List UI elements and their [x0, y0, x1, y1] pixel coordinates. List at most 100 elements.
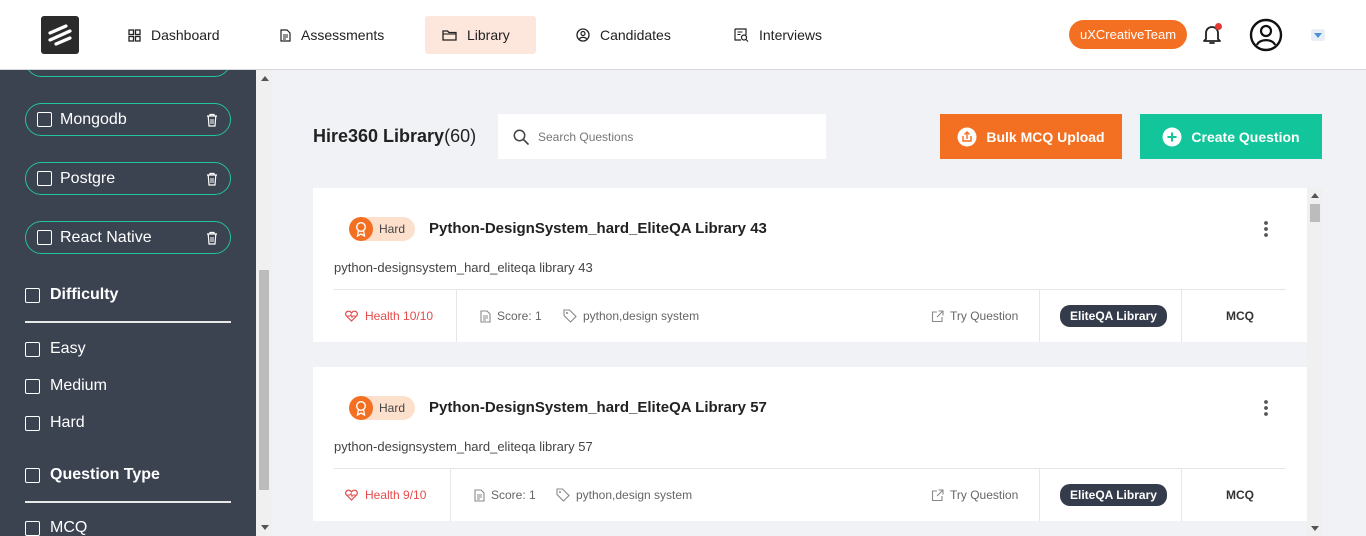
score-text: Score: 1 [497, 309, 542, 323]
question-title[interactable]: Python-DesignSystem_hard_EliteQA Library… [429, 220, 767, 237]
divider [25, 501, 231, 503]
create-button-label: Create Question [1191, 128, 1300, 145]
divider [456, 290, 457, 342]
tag-label: React Native [60, 228, 152, 246]
scroll-up-arrow-icon[interactable] [1311, 193, 1319, 198]
grid-icon [128, 28, 141, 42]
search-box[interactable] [498, 114, 826, 159]
nav-interviews[interactable]: Interviews [717, 16, 839, 54]
try-question-link[interactable]: Try Question [931, 469, 1018, 521]
mcq-checkbox[interactable] [25, 520, 40, 536]
difficulty-checkbox[interactable] [25, 287, 40, 303]
question-title[interactable]: Python-DesignSystem_hard_EliteQA Library… [429, 399, 767, 416]
divider [1181, 290, 1182, 342]
library-chip-wrap: EliteQA Library [1060, 290, 1167, 342]
nav-dashboard-label: Dashboard [151, 27, 220, 43]
tag-filter-postgre[interactable]: Postgre [25, 162, 231, 195]
trash-icon[interactable] [206, 172, 218, 186]
nav-assessments[interactable]: Assessments [263, 16, 401, 54]
chevron-down-icon [1314, 33, 1322, 38]
divider [25, 321, 231, 323]
question-type-option-mcq[interactable]: MCQ [25, 519, 87, 536]
scrollbar-thumb[interactable] [1310, 204, 1320, 222]
question-type-wrap: MCQ [1226, 469, 1254, 521]
medium-checkbox[interactable] [25, 378, 40, 394]
score-text: Score: 1 [491, 488, 536, 502]
score-indicator: Score: 1 [480, 290, 542, 342]
easy-checkbox[interactable] [25, 341, 40, 357]
health-text: Health 10/10 [365, 309, 434, 323]
search-icon [513, 129, 529, 145]
question-card[interactable]: Hard Python-DesignSystem_hard_EliteQA Li… [313, 367, 1307, 521]
question-card[interactable]: Hard Python-DesignSystem_hard_EliteQA Li… [313, 188, 1307, 342]
score-indicator: Score: 1 [474, 469, 536, 521]
nav-interviews-label: Interviews [759, 27, 823, 43]
team-badge[interactable]: uXCreativeTeam [1069, 20, 1188, 49]
medal-icon [349, 216, 373, 241]
create-question-button[interactable]: Create Question [1140, 114, 1322, 159]
difficulty-option-medium[interactable]: Medium [25, 377, 107, 395]
health-text: Health 9/10 [365, 488, 427, 502]
trash-icon[interactable] [206, 113, 218, 127]
question-type-heading-row[interactable]: Question Type [25, 466, 160, 484]
difficulty-option-hard[interactable]: Hard [25, 414, 85, 432]
user-avatar-icon[interactable] [1249, 18, 1283, 52]
upload-icon [957, 127, 977, 146]
tag-label: Mongodb [60, 110, 127, 128]
health-indicator: Health 10/10 [345, 290, 433, 342]
tags-text: python,design system [576, 488, 693, 502]
option-label: Easy [50, 340, 86, 357]
divider [1181, 469, 1182, 521]
tag-checkbox[interactable] [37, 230, 52, 245]
account-dropdown-button[interactable] [1311, 29, 1325, 41]
document-icon [474, 488, 485, 502]
divider [450, 469, 451, 521]
difficulty-heading: Difficulty [50, 286, 119, 303]
library-chip: EliteQA Library [1060, 305, 1167, 327]
nav-candidates-label: Candidates [600, 27, 671, 43]
difficulty-option-easy[interactable]: Easy [25, 340, 86, 358]
scroll-down-arrow-icon[interactable] [261, 525, 269, 530]
option-label: MCQ [50, 519, 88, 536]
document-icon [480, 309, 491, 323]
question-type-label: MCQ [1226, 488, 1254, 502]
plus-circle-icon [1162, 127, 1182, 146]
folder-icon [442, 30, 457, 41]
question-type-checkbox[interactable] [25, 467, 40, 483]
tag-checkbox[interactable] [37, 171, 52, 186]
hard-checkbox[interactable] [25, 415, 40, 431]
app-logo[interactable] [41, 16, 79, 54]
library-chip: EliteQA Library [1060, 484, 1167, 506]
nav-candidates[interactable]: Candidates [559, 16, 688, 54]
heart-icon [345, 489, 358, 501]
nav-library[interactable]: Library [425, 16, 536, 54]
nav-dashboard[interactable]: Dashboard [111, 16, 237, 54]
difficulty-heading-row[interactable]: Difficulty [25, 286, 118, 304]
tag-filter-mongodb[interactable]: Mongodb [25, 103, 231, 136]
trash-icon[interactable] [206, 231, 218, 245]
search-input[interactable] [538, 129, 798, 144]
scroll-up-arrow-icon[interactable] [261, 76, 269, 81]
bulk-mcq-upload-button[interactable]: Bulk MCQ Upload [940, 114, 1122, 159]
question-type-heading: Question Type [50, 466, 160, 483]
option-label: Hard [50, 414, 85, 431]
tag-label: Postgre [60, 169, 116, 187]
main-scrollbar[interactable] [1307, 188, 1323, 536]
tag-filter-partial[interactable] [25, 70, 231, 77]
more-options-icon[interactable] [1263, 220, 1269, 238]
question-description: python-designsystem_hard_eliteqa library… [334, 439, 593, 454]
nav-library-label: Library [467, 27, 510, 43]
tag-checkbox[interactable] [37, 112, 52, 127]
bulk-button-label: Bulk MCQ Upload [986, 128, 1105, 145]
scrollbar-thumb[interactable] [259, 270, 269, 490]
sidebar-scrollbar[interactable] [256, 70, 272, 536]
heart-icon [345, 310, 358, 322]
filter-sidebar: Mongodb Postgre React Native Difficulty … [0, 70, 256, 536]
tag-filter-react-native[interactable]: React Native [25, 221, 231, 254]
library-title: Hire360 Library [313, 126, 445, 146]
scroll-down-arrow-icon[interactable] [1311, 526, 1319, 531]
external-link-icon [931, 488, 944, 501]
try-question-link[interactable]: Try Question [931, 290, 1018, 342]
medal-icon [349, 395, 373, 420]
more-options-icon[interactable] [1263, 399, 1269, 417]
